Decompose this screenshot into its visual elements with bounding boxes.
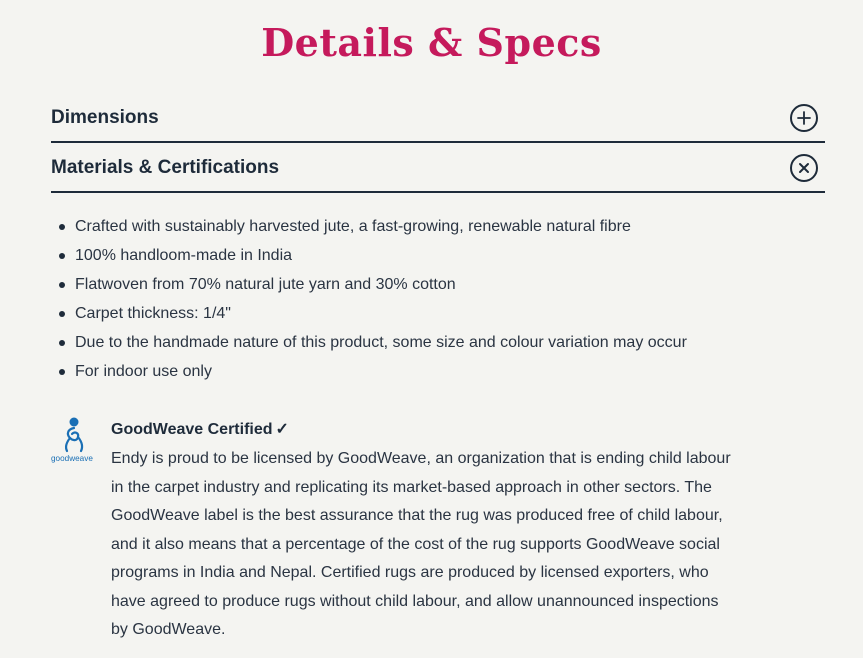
accordion-materials[interactable]: Materials & Certifications <box>51 144 825 193</box>
plus-icon[interactable] <box>790 103 818 132</box>
check-icon: ✓ <box>275 421 289 438</box>
svg-text:goodweave: goodweave <box>51 454 93 463</box>
list-item: Due to the handmade nature of this produ… <box>51 328 687 357</box>
goodweave-title-text: GoodWeave Certified <box>111 421 273 438</box>
goodweave-title: GoodWeave Certified ✓ <box>111 416 736 444</box>
accordion-dimensions[interactable]: Dimensions <box>51 94 825 143</box>
list-item: Carpet thickness: 1/4" <box>51 299 687 328</box>
list-item: For indoor use only <box>51 357 687 386</box>
accordion-label: Dimensions <box>51 106 159 128</box>
goodweave-description: Endy is proud to be licensed by GoodWeav… <box>111 450 731 638</box>
list-item: Flatwoven from 70% natural jute yarn and… <box>51 270 687 299</box>
list-item: 100% handloom-made in India <box>51 241 687 270</box>
specs-list: Crafted with sustainably harvested jute,… <box>51 212 687 386</box>
accordion-label: Materials & Certifications <box>51 156 280 178</box>
page-title: Details & Specs <box>261 20 602 65</box>
goodweave-section: GoodWeave Certified ✓ Endy is proud to be… <box>111 416 736 645</box>
close-icon[interactable] <box>790 153 818 182</box>
list-item: Crafted with sustainably harvested jute,… <box>51 212 687 241</box>
goodweave-logo: goodweave <box>51 416 101 464</box>
